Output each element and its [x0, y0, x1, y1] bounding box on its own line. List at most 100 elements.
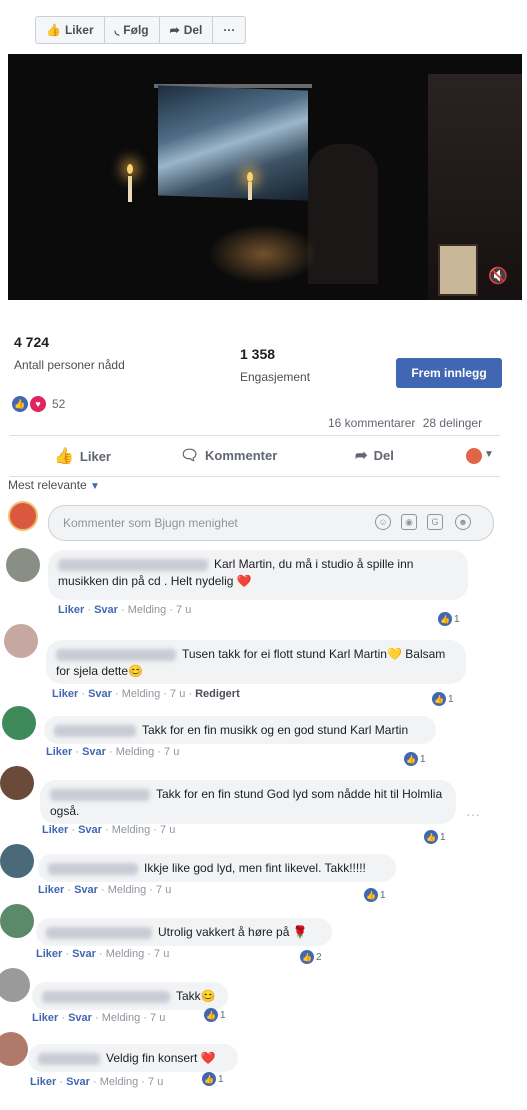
comment-time[interactable]: 7 u [148, 1076, 163, 1088]
reaction-number: 1 [448, 693, 454, 705]
avatar[interactable] [2, 706, 36, 740]
sticker-icon[interactable]: ☻ [455, 514, 471, 530]
comment-message-link[interactable]: Melding [108, 884, 147, 896]
comment-reply-link[interactable]: Svar [78, 824, 102, 836]
comment-placeholder: Kommenter som Bjugn menighet [63, 516, 238, 530]
reaction-summary[interactable]: 👍 ♥ 52 [12, 396, 65, 412]
camera-icon[interactable]: ◉ [401, 514, 417, 530]
comment-reaction-count[interactable]: 👍 1 [438, 612, 460, 626]
avatar[interactable] [0, 904, 34, 938]
comment-text: Utrolig vakkert å høre på [158, 925, 290, 939]
comment-button[interactable]: 🗨 Kommenter [180, 446, 277, 464]
comment-input[interactable]: Kommenter som Bjugn menighet ☺ ◉ G ☻ [48, 505, 494, 541]
smile-emoji: 😊 [200, 989, 216, 1003]
comment-time[interactable]: 7 u [156, 884, 171, 896]
share-count[interactable]: 28 delinger [423, 416, 482, 430]
reaction-number: 2 [316, 951, 322, 963]
comment-like-link[interactable]: Liker [32, 1012, 58, 1024]
more-options-icon[interactable]: ··· [466, 806, 480, 822]
comment-count[interactable]: 16 kommentarer [328, 416, 415, 430]
comment-reply-link[interactable]: Svar [88, 688, 112, 700]
comment-reply-link[interactable]: Svar [66, 1076, 90, 1088]
avatar[interactable] [4, 624, 38, 658]
follow-button[interactable]: ◟ Følg [105, 17, 160, 43]
comment-time[interactable]: 7 u [164, 746, 179, 758]
engagement-count: 1 358 [240, 346, 276, 362]
like-label: Liker [79, 448, 111, 464]
comment-reply-link[interactable]: Svar [94, 604, 118, 616]
comment-like-link[interactable]: Liker [46, 746, 72, 758]
comment-like-link[interactable]: Liker [58, 604, 84, 616]
sort-label: Mest relevante [8, 478, 87, 492]
avatar[interactable] [0, 968, 30, 1002]
comment-message-link[interactable]: Melding [100, 1076, 139, 1088]
comment-reaction-count[interactable]: 👍 1 [204, 1008, 226, 1022]
video-player[interactable]: 🔇 [8, 54, 522, 300]
comment-sort-dropdown[interactable]: Mest relevante ▼ [8, 478, 100, 492]
comment-meta: Liker · Svar · Melding · 7 u [58, 604, 192, 616]
comment-time[interactable]: 7 u [170, 688, 185, 700]
comment-like-link[interactable]: Liker [38, 884, 64, 896]
comment-bubble: Tusen takk for ei flott stund Karl Marti… [46, 640, 466, 684]
comment-reaction-count[interactable]: 👍 1 [364, 888, 386, 902]
comment-message-link[interactable]: Melding [106, 948, 145, 960]
comment-message-link[interactable]: Melding [116, 746, 155, 758]
comment-reply-link[interactable]: Svar [72, 948, 96, 960]
comment-reaction-count[interactable]: 👍 1 [202, 1072, 224, 1086]
comment-time[interactable]: 7 u [150, 1012, 165, 1024]
comment-reply-link[interactable]: Svar [68, 1012, 92, 1024]
projector-screen [158, 85, 308, 201]
candle-flame [127, 164, 133, 174]
avatar[interactable] [6, 548, 40, 582]
more-options-button[interactable]: ··· [213, 17, 245, 43]
like-reaction-icon: 👍 [432, 692, 446, 706]
comment-time[interactable]: 7 u [154, 948, 169, 960]
share-page-button[interactable]: ➦ Del [160, 17, 214, 43]
wall-picture [438, 244, 478, 296]
comment-time[interactable]: 7 u [176, 604, 191, 616]
comment-bubble: Takk😊 [32, 982, 228, 1010]
gif-icon[interactable]: G [427, 514, 443, 530]
comment-reaction-count[interactable]: 👍 1 [424, 830, 446, 844]
speaker-muted-icon[interactable]: 🔇 [488, 266, 508, 286]
like-button[interactable]: 👍 Liker [54, 446, 111, 466]
comment-text: Tusen takk for ei flott stund Karl Marti… [182, 647, 387, 661]
comment-bubble: Takk for en fin musikk og en god stund K… [44, 716, 436, 744]
comment-reaction-count[interactable]: 👍 1 [404, 752, 426, 766]
comment-time[interactable]: 7 u [160, 824, 175, 836]
like-reaction-icon: 👍 [424, 830, 438, 844]
reaction-number: 1 [218, 1073, 224, 1085]
comment-like-link[interactable]: Liker [52, 688, 78, 700]
comment-message-link[interactable]: Melding [112, 824, 151, 836]
comment-like-link[interactable]: Liker [42, 824, 68, 836]
blurred-name [50, 788, 150, 801]
avatar[interactable] [0, 766, 34, 800]
like-page-button[interactable]: 👍 Liker [36, 17, 105, 43]
like-reaction-icon: 👍 [204, 1008, 218, 1022]
avatar[interactable] [0, 1032, 28, 1066]
comment-reply-link[interactable]: Svar [82, 746, 106, 758]
comment-reply-link[interactable]: Svar [74, 884, 98, 896]
comment-message-link[interactable]: Melding [122, 688, 161, 700]
like-reaction-icon: 👍 [404, 752, 418, 766]
share-button[interactable]: ➦ Del [355, 446, 394, 464]
avatar[interactable] [0, 844, 34, 878]
comment-like-link[interactable]: Liker [36, 948, 62, 960]
comment-text: Takk [176, 989, 201, 1003]
page-avatar [8, 501, 38, 531]
comment-reaction-count[interactable]: 👍 2 [300, 950, 322, 964]
chevron-down-icon[interactable]: ▼ [484, 449, 494, 460]
engagement-counts: 16 kommentarer 28 delinger [328, 416, 482, 430]
like-reaction-icon: 👍 [202, 1072, 216, 1086]
page-avatar-selector[interactable] [466, 448, 482, 464]
comment-message-link[interactable]: Melding [102, 1012, 141, 1024]
engagement-label: Engasjement [240, 370, 311, 384]
comment-reaction-count[interactable]: 👍 1 [432, 692, 454, 706]
share-label: Del [373, 447, 394, 463]
comment-like-link[interactable]: Liker [30, 1076, 56, 1088]
boost-post-button[interactable]: Frem innlegg [396, 358, 502, 388]
emoji-icon[interactable]: ☺ [375, 514, 391, 530]
edited-label[interactable]: Redigert [195, 688, 240, 700]
comment-message-link[interactable]: Melding [128, 604, 167, 616]
post-card: 👍 Liker ◟ Følg ➦ Del ··· 🔇 4 724 Antall per… [0, 0, 527, 1110]
